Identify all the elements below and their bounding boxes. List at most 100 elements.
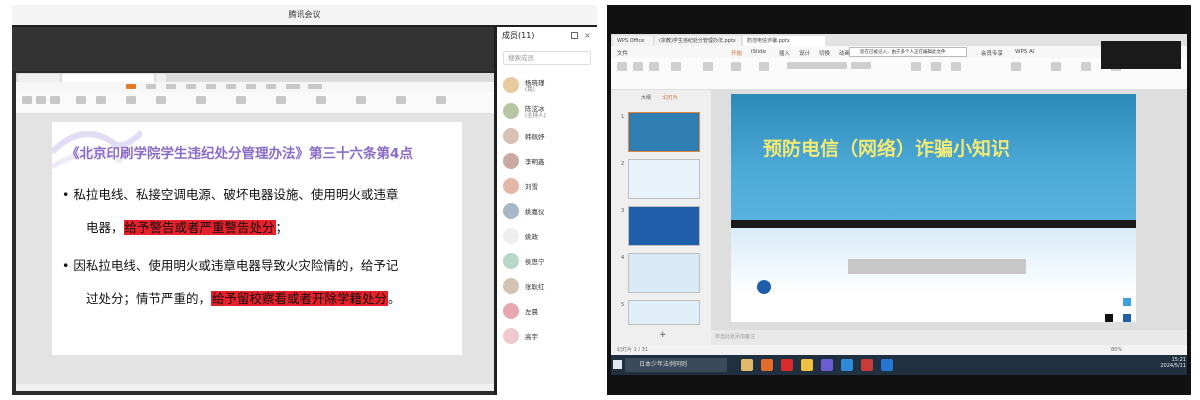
ribbon-button[interactable] [759,62,769,71]
member-search-input[interactable]: 搜索成员 [503,51,591,65]
slide-thumbnail[interactable] [628,159,700,199]
taskbar-app-icon[interactable] [841,359,853,371]
avatar [503,77,519,93]
screen-share-control-panel[interactable] [1101,41,1181,69]
menu-item[interactable] [226,84,236,89]
ribbon-button[interactable] [196,96,206,104]
menu-item[interactable] [246,84,256,89]
current-slide[interactable]: 《北京印刷学院学生违纪处分管理办法》第三十六条第4点 • 私拉电线、私接空调电源… [52,122,462,355]
ribbon-button[interactable] [1051,62,1061,71]
menu-transition[interactable]: 切换 [819,49,830,57]
windows-start-icon[interactable] [613,360,622,369]
menu-file[interactable]: 文件 [617,49,628,57]
member-role: (主持人) [525,113,546,119]
member-item[interactable]: 刘雪 [503,176,597,198]
notes-area[interactable]: 单击此处添加备注 [711,330,1187,345]
member-item[interactable]: 姚嘉仪 [503,201,597,223]
ribbon-button[interactable] [1011,62,1021,71]
menu-item[interactable] [146,84,156,89]
current-slide[interactable]: 预防电信（网络）诈骗小知识 [731,94,1136,322]
wps-tab-active[interactable] [62,74,154,82]
menu-design[interactable]: 设计 [799,49,810,57]
member-item[interactable]: 韩佩妤 [503,126,597,148]
menu-wps-ai[interactable]: WPS AI [1015,49,1034,55]
ribbon-button[interactable] [22,96,32,104]
firefox-icon[interactable] [761,359,773,371]
ribbon-button[interactable] [649,62,659,71]
slide-thumbnail[interactable] [628,253,700,293]
tab-document[interactable]: (宗教)学生违纪处分管理办法.pptx [655,36,741,46]
ribbon-button[interactable] [356,96,366,104]
member-item[interactable]: 张耿红 [503,276,597,298]
menu-item[interactable] [166,84,176,89]
ribbon-button[interactable] [731,62,741,71]
font-name-select[interactable] [787,62,847,69]
pane-tab-slides[interactable]: 幻灯片 [663,94,678,101]
ribbon-button[interactable] [951,62,961,71]
slide-thumbnail[interactable] [628,300,700,325]
add-slide-icon[interactable]: + [659,330,667,340]
menu-item[interactable] [186,84,196,89]
ribbon-button[interactable] [50,96,60,104]
menu-item[interactable] [206,84,216,89]
tab-wps-office[interactable]: WPS Office [613,36,653,46]
ribbon-button[interactable] [96,96,106,104]
tencent-meeting-icon[interactable] [881,359,893,371]
ribbon-button[interactable] [276,96,286,104]
decor-square [1123,314,1131,322]
menu-insert[interactable]: 插入 [779,49,790,57]
menu-item-start[interactable] [126,84,136,89]
ribbon-button[interactable] [436,96,446,104]
thumb-number: 1 [621,114,625,120]
zoom-level[interactable]: 80% [1111,345,1122,355]
wps-tab[interactable] [18,74,60,82]
menu-islide[interactable]: iSlide [751,49,766,55]
member-item[interactable]: 高宇 [503,326,597,348]
member-item[interactable]: 姚政 [503,226,597,248]
ribbon-button[interactable] [396,96,406,104]
slide-divider-band [731,220,1136,228]
font-size-select[interactable] [851,62,871,69]
member-item[interactable]: 陈泫冰 (主持人) [503,101,597,123]
menu-item[interactable] [286,84,300,89]
highlighted-penalty: 给予留校察看或者开除学籍处分 [211,291,389,306]
collab-notice: 您在已被记入，由于多个人正在编辑此文件 [849,47,967,57]
ribbon-button[interactable] [316,96,326,104]
member-item[interactable]: 侯思宁 [503,251,597,273]
folder-icon[interactable] [801,359,813,371]
taskbar-app-icon[interactable] [781,359,793,371]
ribbon-button[interactable] [931,62,941,71]
member-item[interactable]: 李明鑫 [503,151,597,173]
ribbon-button[interactable] [126,96,136,104]
popout-icon[interactable] [571,32,578,39]
menu-member[interactable]: 会员专享 [981,49,1003,57]
ribbon-button[interactable] [633,62,643,71]
menu-item[interactable] [266,84,276,89]
ribbon-button[interactable] [671,62,681,71]
new-tab-button[interactable] [156,74,166,82]
ribbon-button[interactable] [911,62,921,71]
tab-active-document[interactable]: 防范电信诈骗.pptx [743,36,825,46]
member-item[interactable]: 杨晓瑾 (我) [503,75,597,97]
ribbon-button[interactable] [36,96,46,104]
close-icon[interactable]: × [584,31,591,40]
ribbon-button[interactable] [617,62,627,71]
slide-thumbnail-active[interactable] [628,112,700,152]
ribbon-button[interactable] [156,96,166,104]
taskbar-search-box[interactable]: 日本少年法例同则 [625,358,727,372]
ribbon-button[interactable] [703,62,713,71]
member-item[interactable]: 左晨 [503,301,597,323]
wps-tab-bar [16,73,494,82]
menu-item-wps-ai[interactable] [308,84,322,89]
ribbon-button[interactable] [76,96,86,104]
menu-start[interactable]: 开始 [731,49,742,57]
members-header: 成员(11) [502,31,535,40]
taskbar-app-icon[interactable] [821,359,833,371]
taskbar-app-icon[interactable] [741,359,753,371]
slide-thumbnail[interactable] [628,206,700,246]
pane-tab-outline[interactable]: 大纲 [641,94,651,101]
ribbon-button[interactable] [1081,62,1091,71]
slide-title: 《北京印刷学院学生违纪处分管理办法》第三十六条第4点 [66,146,413,162]
ribbon-button[interactable] [236,96,246,104]
wps-taskbar-icon[interactable] [861,359,873,371]
